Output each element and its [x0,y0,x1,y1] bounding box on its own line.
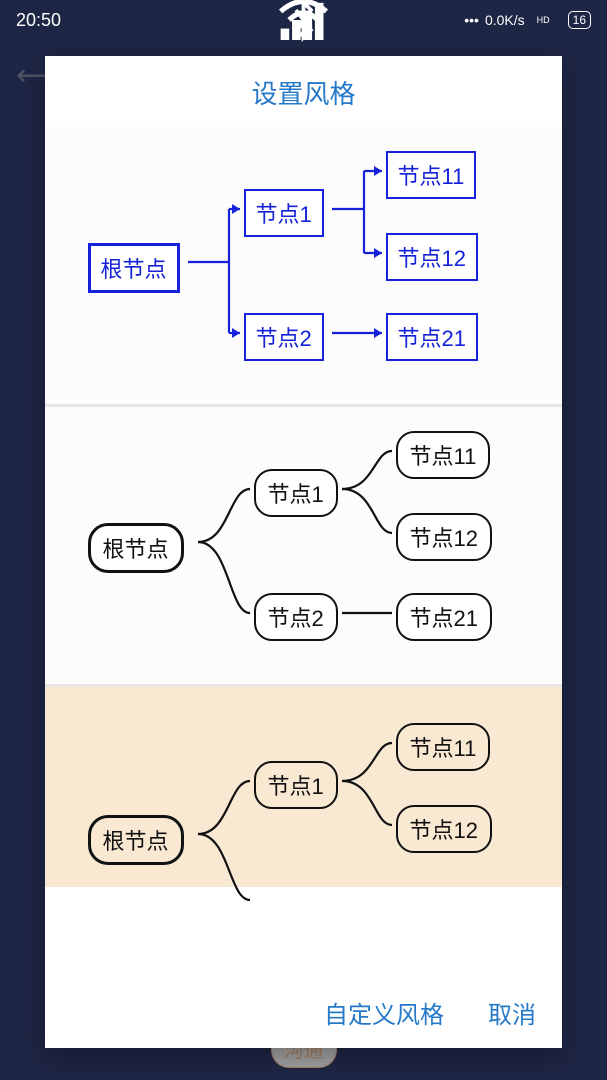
style-options-list[interactable]: 根节点 节点1 节点2 节点11 节点12 节点21 根节点 节点1 [45,127,562,977]
net-speed: 0.0K/s [485,12,525,28]
status-indicators: ••• 0.0K/s HD 16 [464,11,591,29]
preview-node: 节点11 [396,431,491,479]
battery-indicator: 16 [568,11,591,29]
dialog-title: 设置风格 [45,56,562,127]
preview-node: 节点1 [254,469,338,517]
style-dialog: 设置风格 [45,56,562,1048]
preview-node: 节点2 [244,313,324,361]
ellipsis-icon: ••• [464,12,479,28]
preview-node: 节点11 [386,151,477,199]
preview-node: 节点1 [254,761,338,809]
custom-style-button[interactable]: 自定义风格 [324,995,444,1030]
hd-indicator: HD [537,15,550,25]
style-option-1[interactable]: 根节点 节点1 节点2 节点11 节点12 节点21 [45,127,562,407]
preview-root-node: 根节点 [88,523,184,573]
dialog-footer: 自定义风格 取消 [45,977,562,1048]
status-bar: 20:50 ••• 0.0K/s HD 16 [0,0,607,40]
preview-node: 节点2 [254,593,338,641]
preview-node: 节点12 [396,805,492,853]
style-option-3[interactable]: 根节点 节点1 节点11 节点12 [45,687,562,887]
style-option-2[interactable]: 根节点 节点1 节点2 节点11 节点12 节点21 [45,407,562,687]
preview-root-node: 根节点 [88,815,184,865]
preview-node: 节点11 [396,723,491,771]
preview-root-node: 根节点 [88,243,180,293]
status-time: 20:50 [16,10,61,31]
preview-node: 节点12 [386,233,478,281]
preview-node: 节点1 [244,189,324,237]
preview-node: 节点12 [396,513,492,561]
cancel-button[interactable]: 取消 [488,995,536,1030]
preview-node: 节点21 [396,593,492,641]
preview-node: 节点21 [386,313,478,361]
